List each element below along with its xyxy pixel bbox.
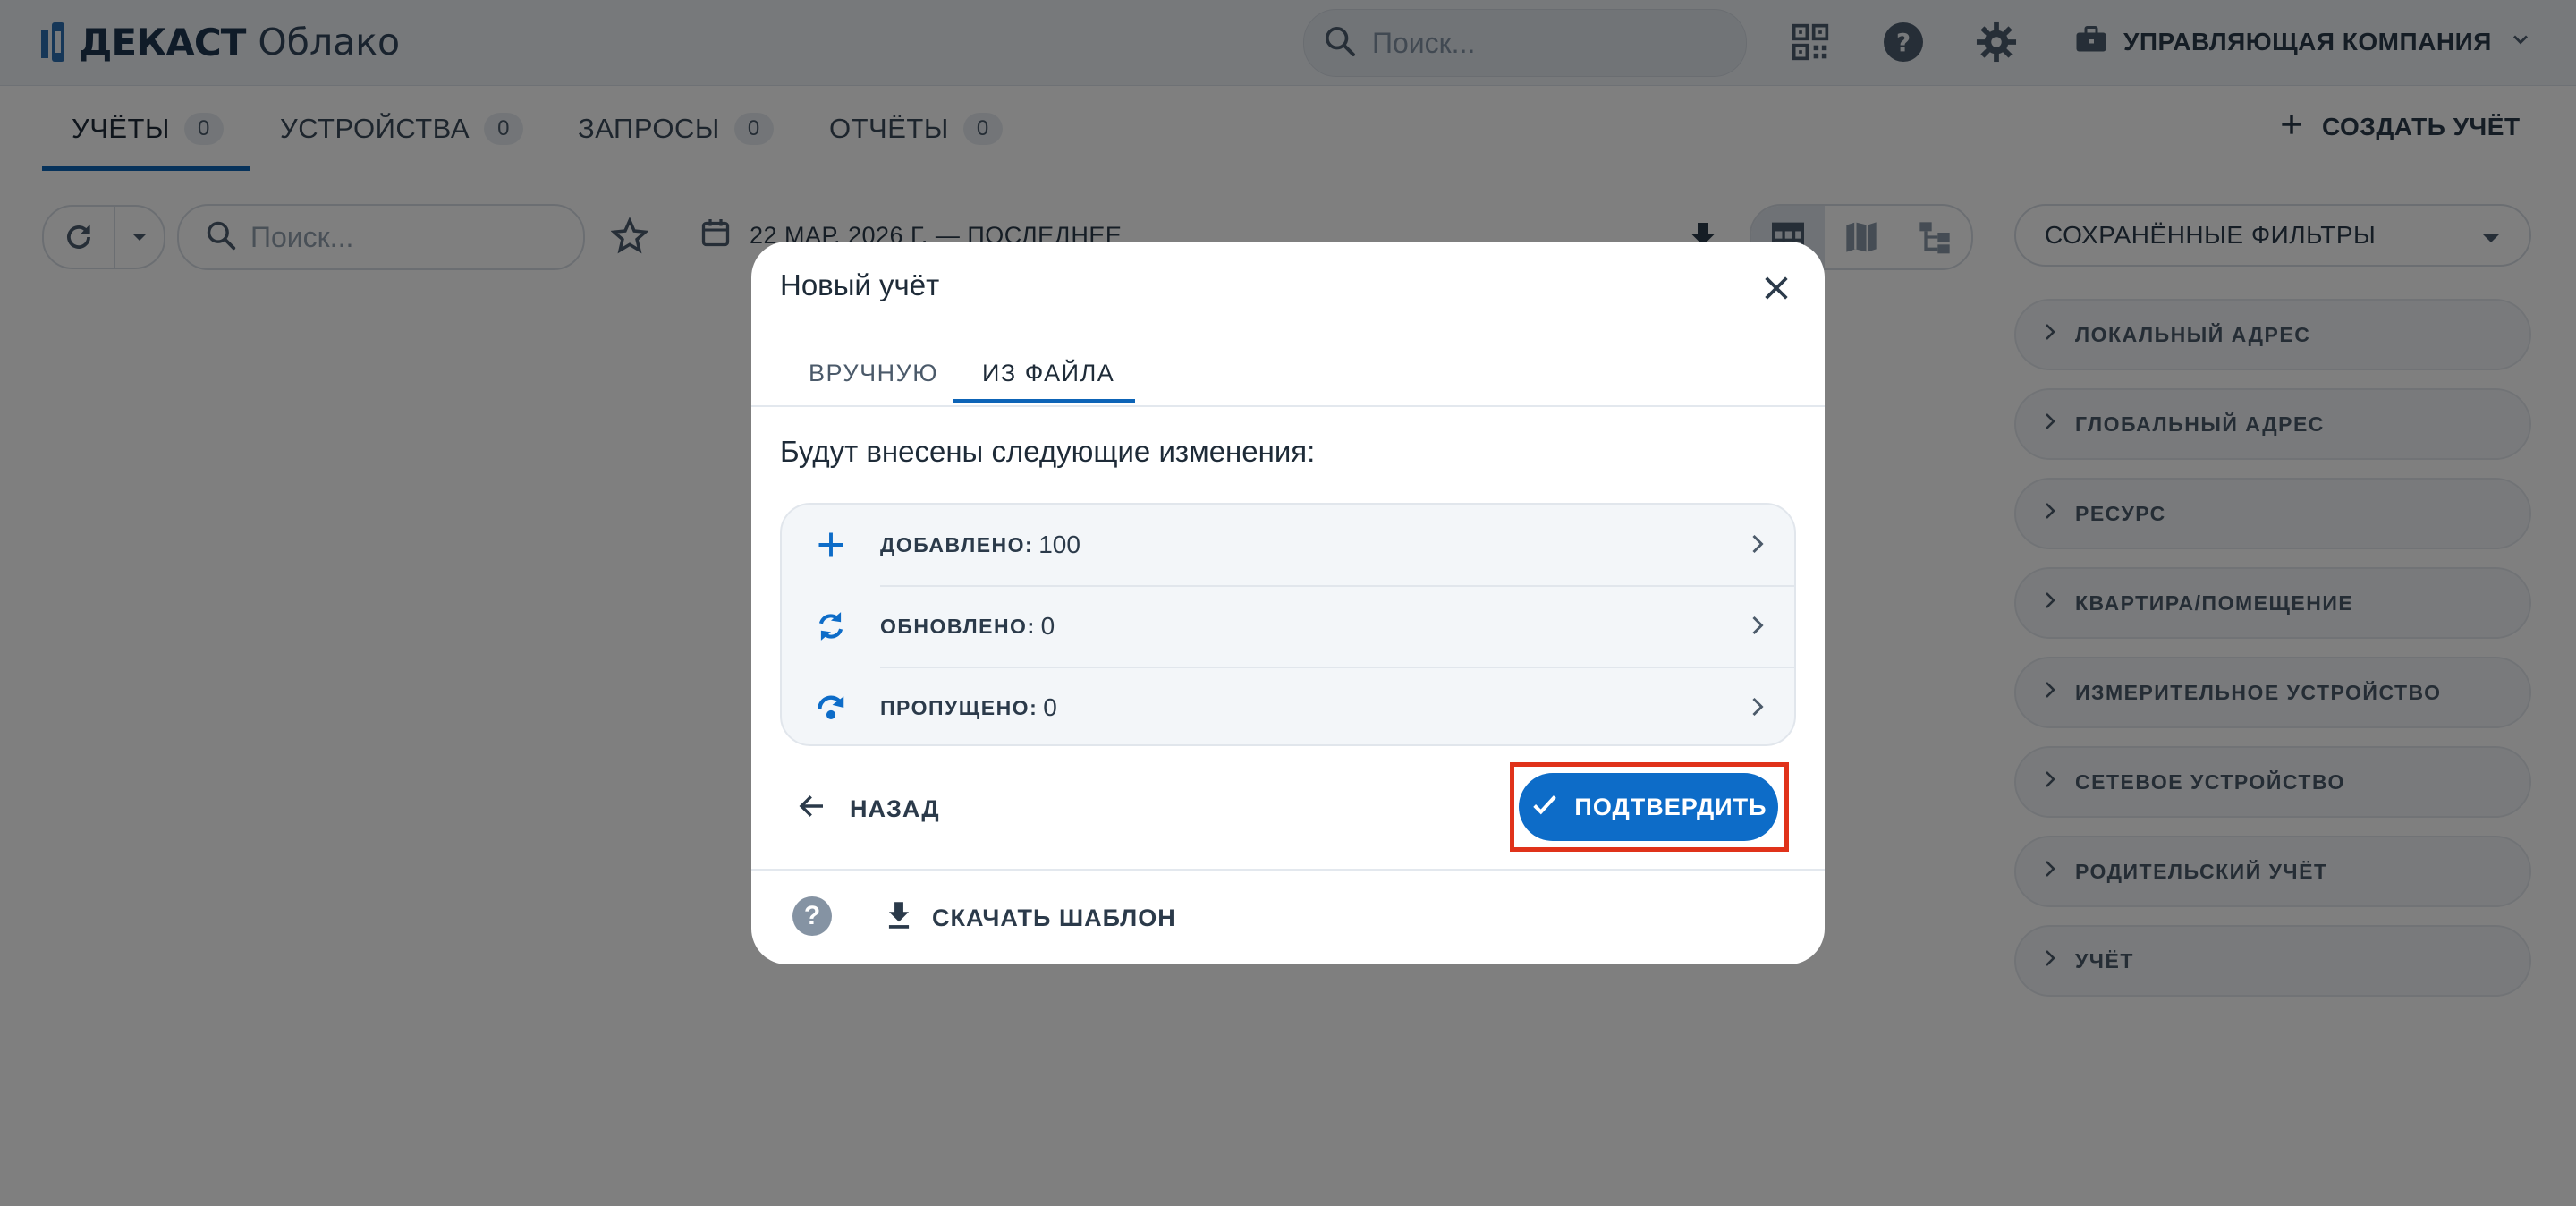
change-label: ДОБАВЛЕНО:: [880, 532, 1034, 556]
download-template-label: СКАЧАТЬ ШАБЛОН: [932, 904, 1176, 931]
tab-from-file[interactable]: ИЗ ФАЙЛА: [982, 344, 1114, 403]
back-label: НАЗАД: [850, 794, 940, 822]
dialog-title: Новый учёт: [780, 268, 940, 302]
divider: [751, 405, 1825, 407]
download-icon: [886, 901, 912, 936]
change-value: 100: [1038, 531, 1080, 558]
help-icon[interactable]: ?: [792, 896, 832, 936]
changes-heading: Будут внесены следующие изменения:: [780, 435, 1316, 468]
active-tab-indicator: [953, 399, 1135, 403]
check-icon: [1530, 789, 1560, 826]
change-row-updated[interactable]: ОБНОВЛЕНО: 0: [782, 586, 1794, 667]
change-label: ОБНОВЛЕНО:: [880, 614, 1036, 638]
new-account-dialog: Новый учёт ВРУЧНУЮ ИЗ ФАЙЛА Будут внесен…: [751, 242, 1825, 964]
tab-manual[interactable]: ВРУЧНУЮ: [809, 344, 938, 403]
divider: [751, 869, 1825, 871]
chevron-right-icon: [1750, 613, 1766, 642]
change-row-added[interactable]: ДОБАВЛЕНО: 100: [782, 505, 1794, 585]
download-template-button[interactable]: СКАЧАТЬ ШАБЛОН: [886, 898, 1176, 938]
skip-icon: [782, 691, 880, 725]
arrow-left-icon: [798, 792, 826, 827]
close-icon[interactable]: [1755, 267, 1798, 310]
confirm-button[interactable]: ПОДТВЕРДИТЬ: [1519, 773, 1778, 841]
changes-list: ДОБАВЛЕНО: 100 ОБНОВЛЕНО: 0 ПРОПУЩЕНО: 0: [780, 503, 1796, 746]
plus-icon: [782, 529, 880, 561]
change-label: ПРОПУЩЕНО:: [880, 695, 1038, 719]
change-value: 0: [1040, 612, 1055, 640]
confirm-label: ПОДТВЕРДИТЬ: [1574, 793, 1767, 820]
change-row-skipped[interactable]: ПРОПУЩЕНО: 0: [782, 667, 1794, 744]
sync-icon: [782, 609, 880, 643]
back-button[interactable]: НАЗАД: [798, 782, 940, 836]
change-value: 0: [1043, 693, 1057, 721]
chevron-right-icon: [1750, 694, 1766, 724]
chevron-right-icon: [1750, 531, 1766, 561]
